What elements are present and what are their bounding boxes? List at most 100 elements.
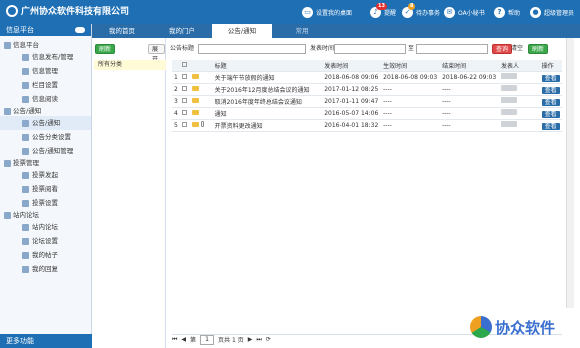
- start-time-input[interactable]: [334, 44, 406, 54]
- sidebar-group-info[interactable]: 信息平台: [0, 40, 91, 50]
- prev-page-icon[interactable]: ◀: [181, 336, 186, 343]
- help-button[interactable]: ? 帮助: [494, 5, 520, 19]
- first-page-icon[interactable]: ⏮: [172, 336, 177, 344]
- item-label: 信息管理: [32, 67, 58, 75]
- sidebar-item-column-settings[interactable]: 栏目设置: [0, 78, 91, 92]
- todo-button[interactable]: ✓ 8 待办事务: [402, 2, 440, 19]
- row-title[interactable]: 关于端午节放假的通知: [212, 71, 323, 84]
- row-checkbox[interactable]: [182, 121, 188, 127]
- sidebar-item-vote-start[interactable]: 投票发起: [0, 168, 91, 182]
- top-bar: 广州协众软件科技有限公司 ▭ 设置我的桌面 ♪ 13 提醒 ✓ 8 待办事务 ✉ O…: [0, 0, 580, 24]
- category-all[interactable]: 所有分类: [94, 60, 166, 70]
- tab-common[interactable]: 常用: [272, 24, 332, 38]
- view-button[interactable]: 查看: [541, 98, 560, 106]
- row-title[interactable]: 通知: [212, 107, 323, 120]
- table-row[interactable]: 1 关于端午节放假的通知 2018-06-08 09:06 2018-06-08…: [172, 71, 562, 84]
- sidebar-item-notice[interactable]: 公告/通知: [0, 116, 91, 130]
- row-check-cell[interactable]: [180, 119, 191, 132]
- row-checkbox[interactable]: [182, 97, 188, 103]
- category-refresh-button[interactable]: 刷新: [95, 44, 116, 54]
- sidebar-item-notice-category[interactable]: 公告分类设置: [0, 130, 91, 144]
- document-icon: [22, 67, 29, 75]
- sidebar-group-forum[interactable]: 站内论坛: [0, 210, 91, 220]
- vertical-scrollbar[interactable]: [566, 38, 574, 308]
- oa-assistant-button[interactable]: ✉ OA小秘书: [444, 5, 485, 19]
- row-title[interactable]: 开票资料更改通知: [212, 119, 323, 132]
- item-label: 站内论坛: [32, 223, 58, 231]
- sidebar-item-forum-settings[interactable]: 论坛设置: [0, 234, 91, 248]
- more-functions-label: 更多功能: [6, 337, 34, 345]
- col-eff[interactable]: 生效时间: [381, 60, 441, 72]
- table-row[interactable]: 2 关于2016年12月度总结会议的通知 2017-01-12 08:25 --…: [172, 83, 562, 96]
- brand-mark-icon: [470, 316, 492, 338]
- refresh-button[interactable]: 刷新: [528, 44, 549, 54]
- row-checkbox[interactable]: [182, 109, 188, 115]
- blurred-author: [501, 97, 517, 103]
- table-row[interactable]: 5 开票资料更改通知 2016-04-01 18:32 ---- ---- 查看: [172, 119, 562, 132]
- col-author[interactable]: 发表人: [499, 60, 540, 72]
- col-end[interactable]: 结束时间: [440, 60, 499, 72]
- row-checkbox[interactable]: [182, 73, 188, 79]
- title-filter-input[interactable]: [198, 44, 306, 54]
- more-functions-button[interactable]: 更多功能: [0, 334, 92, 348]
- sidebar-item-my-posts[interactable]: 我的帖子: [0, 248, 91, 262]
- sidebar-item-info-manage[interactable]: 信息管理: [0, 64, 91, 78]
- user-menu-button[interactable]: ● 超级管理员: [530, 5, 574, 19]
- row-check-cell[interactable]: [180, 95, 191, 108]
- brand-logo: 协众软件: [470, 316, 555, 338]
- tab-home[interactable]: 我的首页: [92, 24, 152, 38]
- row-icons: [190, 71, 213, 84]
- row-check-cell[interactable]: [180, 83, 191, 96]
- group-label: 公告/通知: [13, 107, 42, 115]
- view-button[interactable]: 查看: [541, 86, 560, 94]
- next-page-icon[interactable]: ▶: [248, 336, 253, 343]
- row-pub-time: 2016-05-07 14:06: [322, 107, 382, 120]
- sidebar-toggle[interactable]: [75, 27, 85, 33]
- reminder-button[interactable]: ♪ 13 提醒: [370, 2, 396, 19]
- table-row[interactable]: 3 取消2016年度年终总结会议通知 2017-01-11 09:47 ----…: [172, 95, 562, 108]
- sidebar-group-notice[interactable]: 公告/通知: [0, 106, 91, 116]
- row-icons: [190, 83, 213, 96]
- col-pub[interactable]: 发表时间: [322, 60, 382, 72]
- category-all-label: 所有分类: [98, 61, 123, 68]
- clear-button[interactable]: 清空: [508, 44, 526, 54]
- page-input[interactable]: 1: [200, 334, 215, 345]
- sidebar-item-vote-settings[interactable]: 投票设置: [0, 196, 91, 210]
- row-icons: [190, 119, 213, 132]
- sidebar-group-vote[interactable]: 投票管理: [0, 158, 91, 168]
- expand-button[interactable]: 展开: [148, 44, 165, 63]
- select-all-checkbox[interactable]: [182, 61, 188, 67]
- sidebar-item-my-replies[interactable]: 我的回复: [0, 262, 91, 276]
- col-check[interactable]: [180, 60, 191, 72]
- reminder-badge: 13: [376, 2, 387, 10]
- folder-icon: [4, 107, 11, 115]
- sidebar-item-info-read[interactable]: 信息阅读: [0, 92, 91, 106]
- envelope-icon: [192, 97, 200, 103]
- view-button[interactable]: 查看: [541, 74, 560, 82]
- last-page-icon[interactable]: ⏭: [256, 336, 261, 344]
- row-checkbox[interactable]: [182, 85, 188, 91]
- tab-portal[interactable]: 我的门户: [152, 24, 212, 38]
- sidebar-item-forum[interactable]: 站内论坛: [0, 220, 91, 234]
- row-author: [499, 83, 540, 96]
- row-title[interactable]: 取消2016年度年终总结会议通知: [212, 95, 323, 108]
- sidebar-item-info-publish[interactable]: 信息发布/管理: [0, 50, 91, 64]
- sidebar-item-notice-manage[interactable]: 公告/通知管理: [0, 144, 91, 158]
- view-button[interactable]: 查看: [541, 110, 560, 118]
- document-icon: [22, 119, 29, 127]
- group-label: 投票管理: [13, 159, 39, 167]
- row-check-cell[interactable]: [180, 107, 191, 120]
- view-button[interactable]: 查看: [541, 122, 560, 130]
- row-check-cell[interactable]: [180, 71, 191, 84]
- desktop-settings-button[interactable]: ▭ 设置我的桌面: [302, 5, 352, 19]
- blurred-author: [501, 85, 517, 91]
- tab-notice[interactable]: 公告/通知: [212, 24, 272, 38]
- row-title[interactable]: 关于2016年12月度总结会议的通知: [212, 83, 323, 96]
- end-time-input[interactable]: [416, 44, 488, 54]
- row-end-time: ----: [440, 83, 499, 96]
- reload-icon[interactable]: ⟳: [266, 336, 271, 343]
- row-end-time: ----: [440, 119, 499, 132]
- col-title[interactable]: 标题: [212, 60, 323, 72]
- sidebar-item-vote-view[interactable]: 投票阅看: [0, 182, 91, 196]
- table-row[interactable]: 4 通知 2016-05-07 14:06 ---- ---- 查看: [172, 107, 562, 120]
